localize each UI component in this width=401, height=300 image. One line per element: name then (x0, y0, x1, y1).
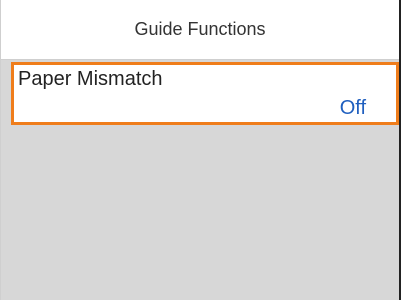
setting-item-paper-mismatch[interactable]: Paper Mismatch Off (11, 62, 399, 125)
empty-list-area (1, 127, 399, 300)
page-title: Guide Functions (134, 19, 266, 39)
setting-value: Off (339, 97, 366, 119)
printer-lcd-screen: Guide Functions Paper Mismatch Off (0, 0, 401, 300)
setting-label: Paper Mismatch (18, 68, 163, 90)
header: Guide Functions (1, 0, 399, 60)
